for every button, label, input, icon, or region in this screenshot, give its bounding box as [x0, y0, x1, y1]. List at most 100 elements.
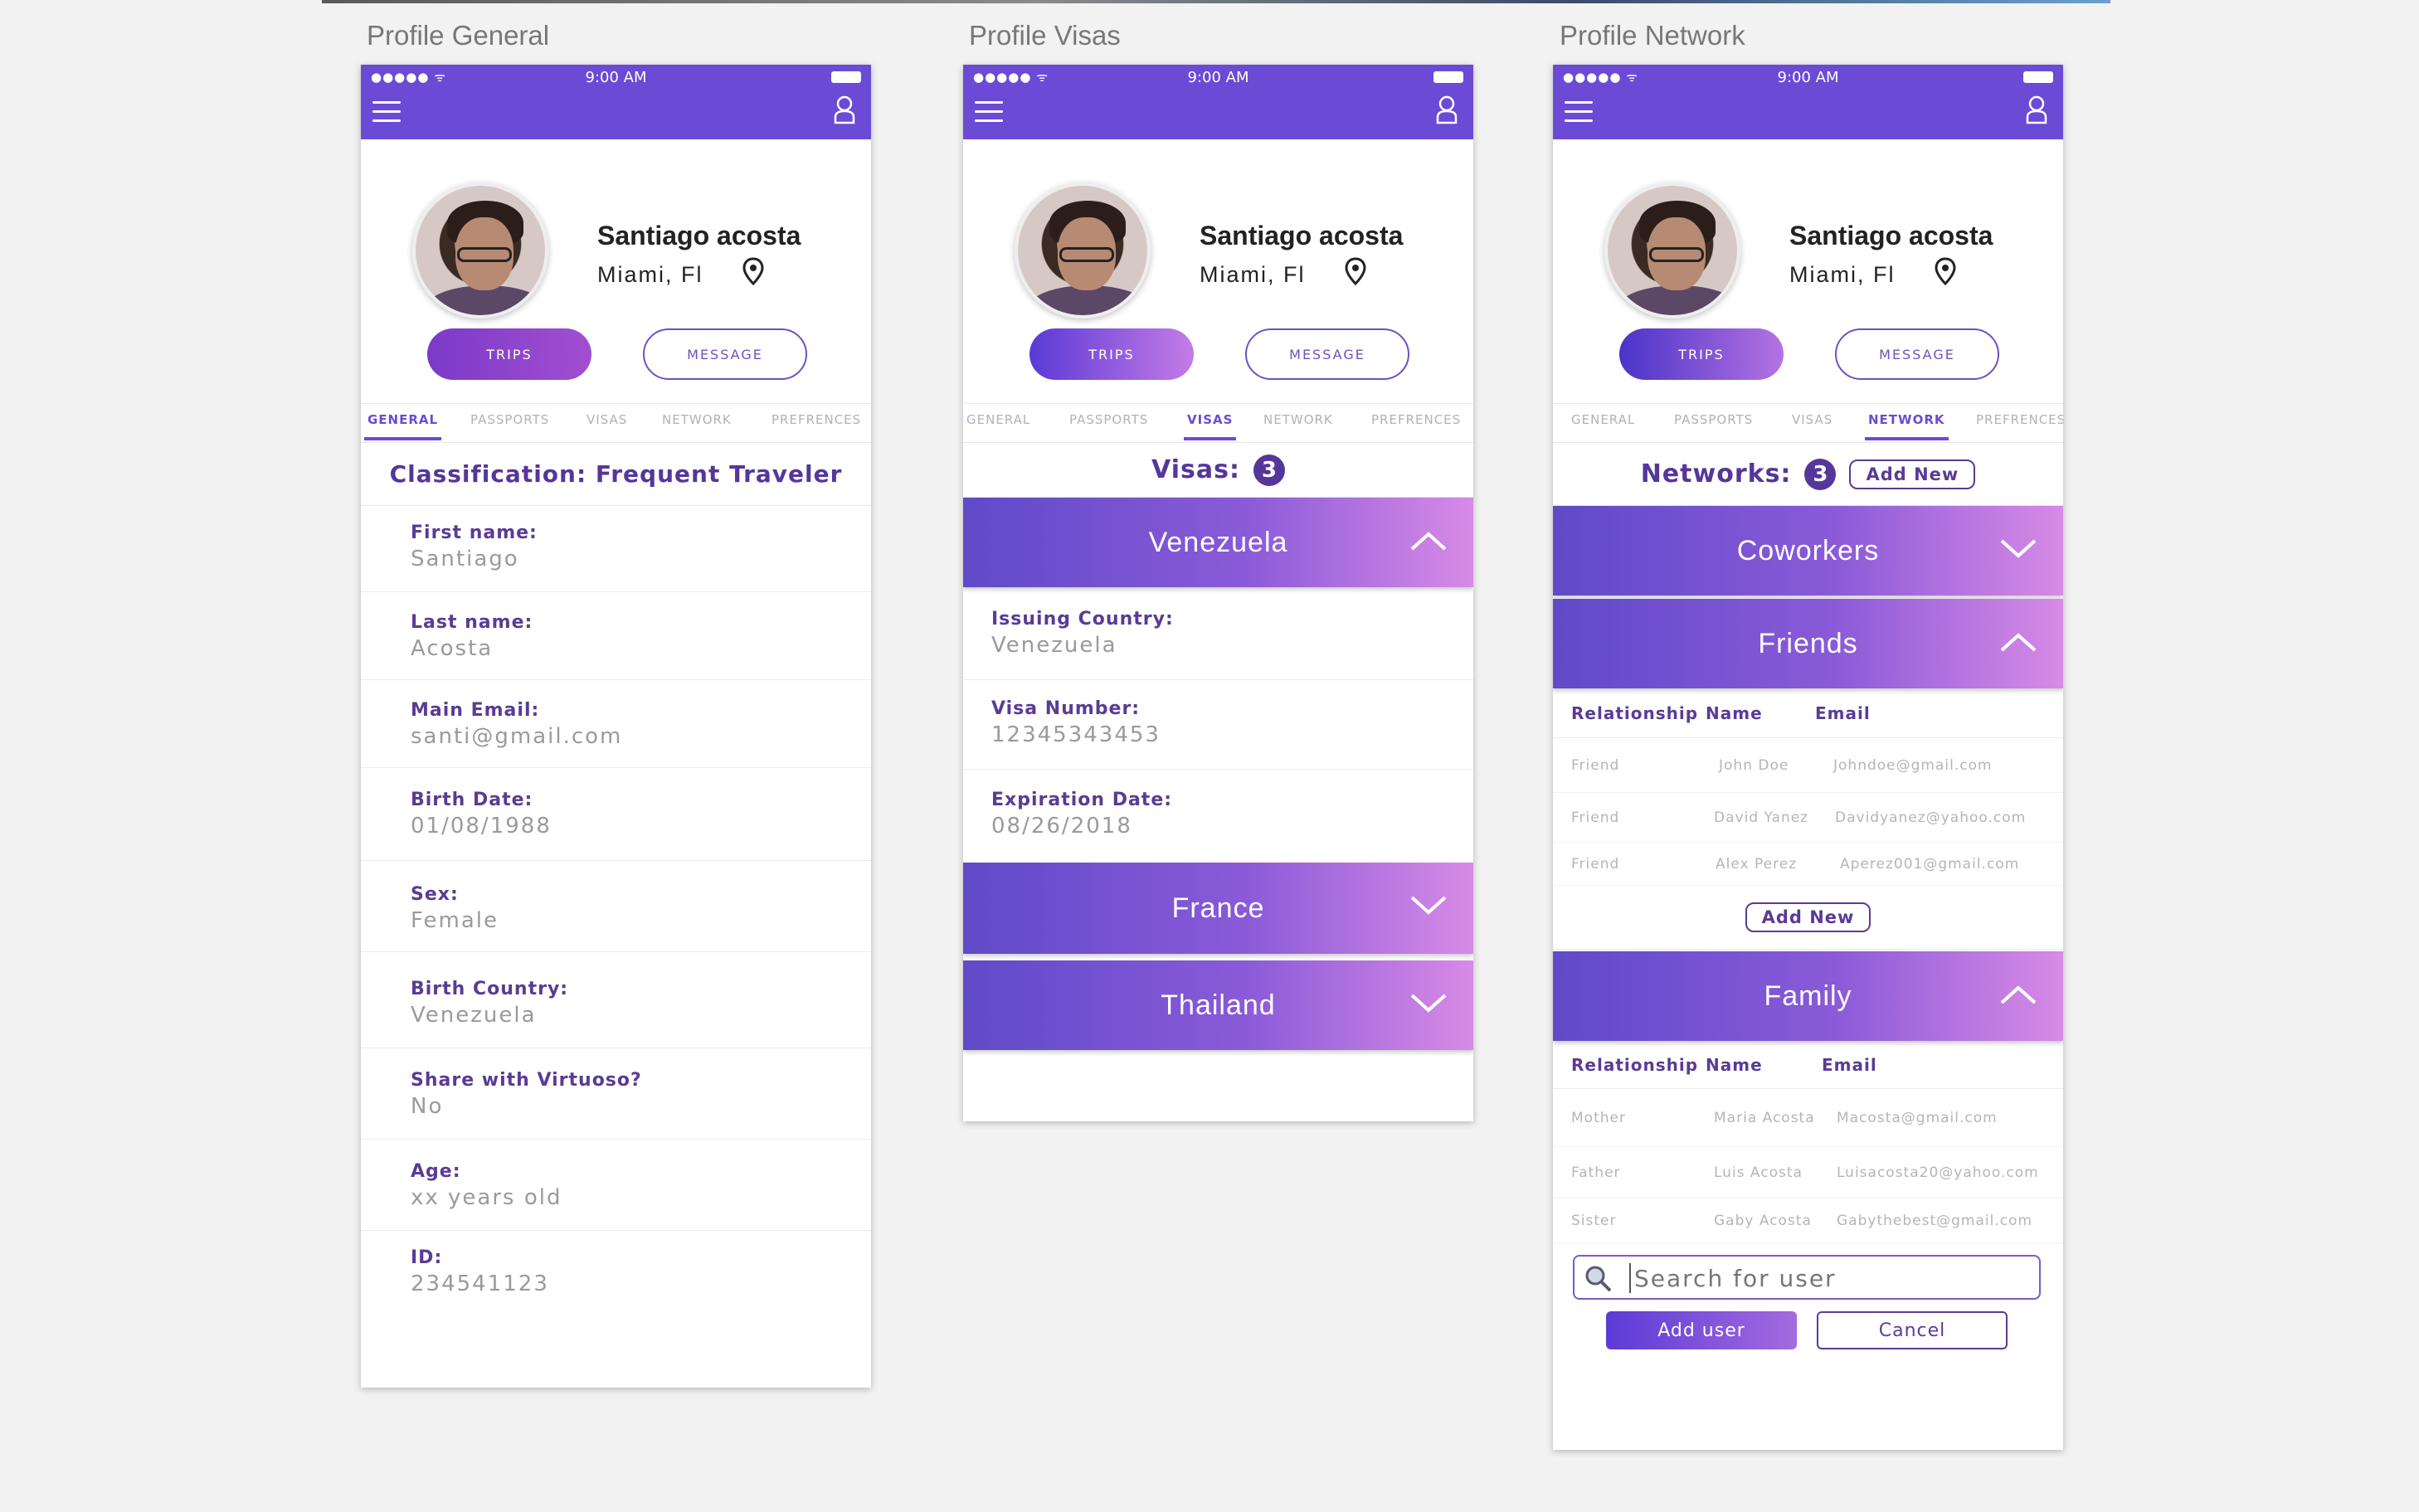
table-header: Relationship Name Email	[1553, 1041, 2063, 1089]
visas-count-label: Visas:	[1151, 455, 1240, 484]
message-button[interactable]: MESSAGE	[1835, 328, 1999, 380]
table-row[interactable]: Sister Gaby Acosta Gabythebest@gmail.com	[1553, 1198, 2063, 1243]
tab-network[interactable]: NETWORK	[1865, 412, 1949, 440]
hamburger-menu-icon[interactable]	[372, 101, 401, 124]
cell-relationship: Friend	[1571, 855, 1620, 873]
cell-relationship: Mother	[1571, 1109, 1626, 1126]
add-friend-button[interactable]: Add New	[1745, 902, 1871, 932]
visas-count-badge: 3	[1253, 454, 1285, 486]
accordion-family[interactable]: Family	[1553, 951, 2063, 1041]
field-label: First name:	[411, 523, 538, 543]
cell-email: Macosta@gmail.com	[1837, 1109, 1998, 1126]
profile-tabs: GENERAL PASSPORTS VISAS NETWORK PREFRENC…	[963, 403, 1473, 443]
message-button[interactable]: MESSAGE	[643, 328, 807, 380]
status-time: 9:00 AM	[1187, 69, 1249, 86]
add-user-button[interactable]: Add user	[1606, 1311, 1797, 1349]
chevron-down-icon	[1410, 896, 1447, 915]
header-relationship: Relationship	[1571, 1054, 1699, 1075]
tab-preferences[interactable]: PREFRENCES	[1976, 412, 2063, 427]
field-main-email: Main Email: santi@gmail.com	[361, 680, 871, 768]
field-label: Main Email:	[411, 700, 540, 721]
tab-general[interactable]: GENERAL	[363, 412, 442, 440]
accordion-venezuela[interactable]: Venezuela	[963, 498, 1473, 587]
accordion-title: France	[1171, 892, 1265, 924]
user-icon[interactable]	[2025, 95, 2048, 124]
field-share-virtuoso: Share with Virtuoso? No	[361, 1048, 871, 1140]
status-time: 9:00 AM	[1777, 69, 1839, 86]
table-row[interactable]: Father Luis Acosta Luisacosta20@yahoo.co…	[1553, 1147, 2063, 1198]
artboard-label-network: Profile Network	[1560, 20, 1745, 51]
header-relationship: Relationship	[1571, 703, 1699, 723]
trips-button[interactable]: TRIPS	[1029, 328, 1194, 380]
tab-visas[interactable]: VISAS	[1792, 412, 1833, 427]
trips-button[interactable]: TRIPS	[1619, 328, 1784, 380]
tab-general[interactable]: GENERAL	[1571, 412, 1635, 427]
field-first-name: First name: Santiago	[361, 506, 871, 592]
field-value: Female	[411, 908, 499, 933]
tab-preferences[interactable]: PREFRENCES	[1371, 412, 1461, 427]
table-row[interactable]: Friend John Doe Johndoe@gmail.com	[1553, 738, 2063, 793]
table-row[interactable]: Mother Maria Acosta Macosta@gmail.com	[1553, 1089, 2063, 1147]
tab-passports[interactable]: PASSPORTS	[470, 412, 549, 427]
field-value: santi@gmail.com	[411, 724, 623, 749]
search-user-field[interactable]	[1573, 1255, 2041, 1300]
tab-network[interactable]: NETWORK	[1263, 412, 1333, 427]
tab-preferences[interactable]: PREFRENCES	[771, 412, 861, 427]
networks-count-row: Networks: 3 Add New	[1553, 443, 2063, 506]
phone-profile-general: ●●●●● ᯤ 9:00 AM Santiago acosta Miami, F…	[361, 65, 871, 1388]
accordion-friends[interactable]: Friends	[1553, 599, 2063, 688]
field-birth-country: Birth Country: Venezuela	[361, 952, 871, 1048]
profile-header: Santiago acosta Miami, Fl	[1553, 139, 2063, 328]
tab-passports[interactable]: PASSPORTS	[1674, 412, 1753, 427]
field-label: Birth Country:	[411, 979, 569, 999]
search-icon	[1585, 1266, 1612, 1292]
trips-button[interactable]: TRIPS	[427, 328, 591, 380]
user-icon[interactable]	[833, 95, 856, 124]
action-buttons: TRIPS MESSAGE	[1553, 328, 2063, 403]
field-value: Santiago	[411, 547, 519, 571]
hamburger-menu-icon[interactable]	[1565, 101, 1593, 124]
accordion-coworkers[interactable]: Coworkers	[1553, 506, 2063, 596]
profile-location: Miami, Fl	[1200, 262, 1306, 287]
chevron-down-icon	[2000, 539, 2037, 558]
field-birth-date: Birth Date: 01/08/1988	[361, 768, 871, 861]
table-row[interactable]: Friend David Yanez Davidyanez@yahoo.com	[1553, 793, 2063, 843]
table-row[interactable]: Friend Alex Perez Aperez001@gmail.com	[1553, 843, 2063, 886]
chevron-up-icon	[1410, 532, 1447, 551]
field-value: 12345343453	[991, 722, 1161, 747]
cell-email: Luisacosta20@yahoo.com	[1837, 1164, 2039, 1181]
tab-network[interactable]: NETWORK	[662, 412, 732, 427]
user-icon[interactable]	[1435, 95, 1458, 124]
visas-count-row: Visas: 3	[963, 443, 1473, 498]
avatar	[1015, 182, 1151, 318]
accordion-thailand[interactable]: Thailand	[963, 960, 1473, 1050]
tab-visas[interactable]: VISAS	[1183, 412, 1237, 440]
tab-general[interactable]: GENERAL	[966, 412, 1030, 427]
accordion-france[interactable]: France	[963, 863, 1473, 954]
header-name: Name	[1706, 703, 1763, 723]
cell-email: Johndoe@gmail.com	[1833, 756, 1993, 774]
field-expiration-date: Expiration Date: 08/26/2018	[963, 770, 1473, 863]
cell-name: Maria Acosta	[1714, 1109, 1815, 1126]
field-value: No	[411, 1094, 444, 1119]
cancel-button[interactable]: Cancel	[1817, 1311, 2008, 1349]
location-pin-icon	[1345, 257, 1366, 285]
tab-passports[interactable]: PASSPORTS	[1069, 412, 1148, 427]
add-network-button[interactable]: Add New	[1849, 459, 1976, 489]
hamburger-menu-icon[interactable]	[975, 101, 1003, 124]
location-pin-icon	[742, 257, 764, 285]
cell-name: John Doe	[1719, 756, 1789, 774]
cell-email: Aperez001@gmail.com	[1840, 855, 2020, 873]
message-button[interactable]: MESSAGE	[1245, 328, 1409, 380]
battery-icon	[2023, 71, 2053, 83]
cell-relationship: Sister	[1571, 1212, 1617, 1229]
artboard-label-general: Profile General	[367, 20, 550, 51]
profile-header: Santiago acosta Miami, Fl	[361, 139, 871, 328]
networks-count-badge: 3	[1804, 458, 1837, 490]
tab-visas[interactable]: VISAS	[586, 412, 627, 427]
field-label: Sex:	[411, 884, 459, 905]
friends-table: Relationship Name Email Friend John Doe …	[1553, 688, 2063, 950]
avatar	[412, 182, 548, 318]
search-input[interactable]	[1629, 1263, 2027, 1293]
field-label: ID:	[411, 1247, 443, 1268]
